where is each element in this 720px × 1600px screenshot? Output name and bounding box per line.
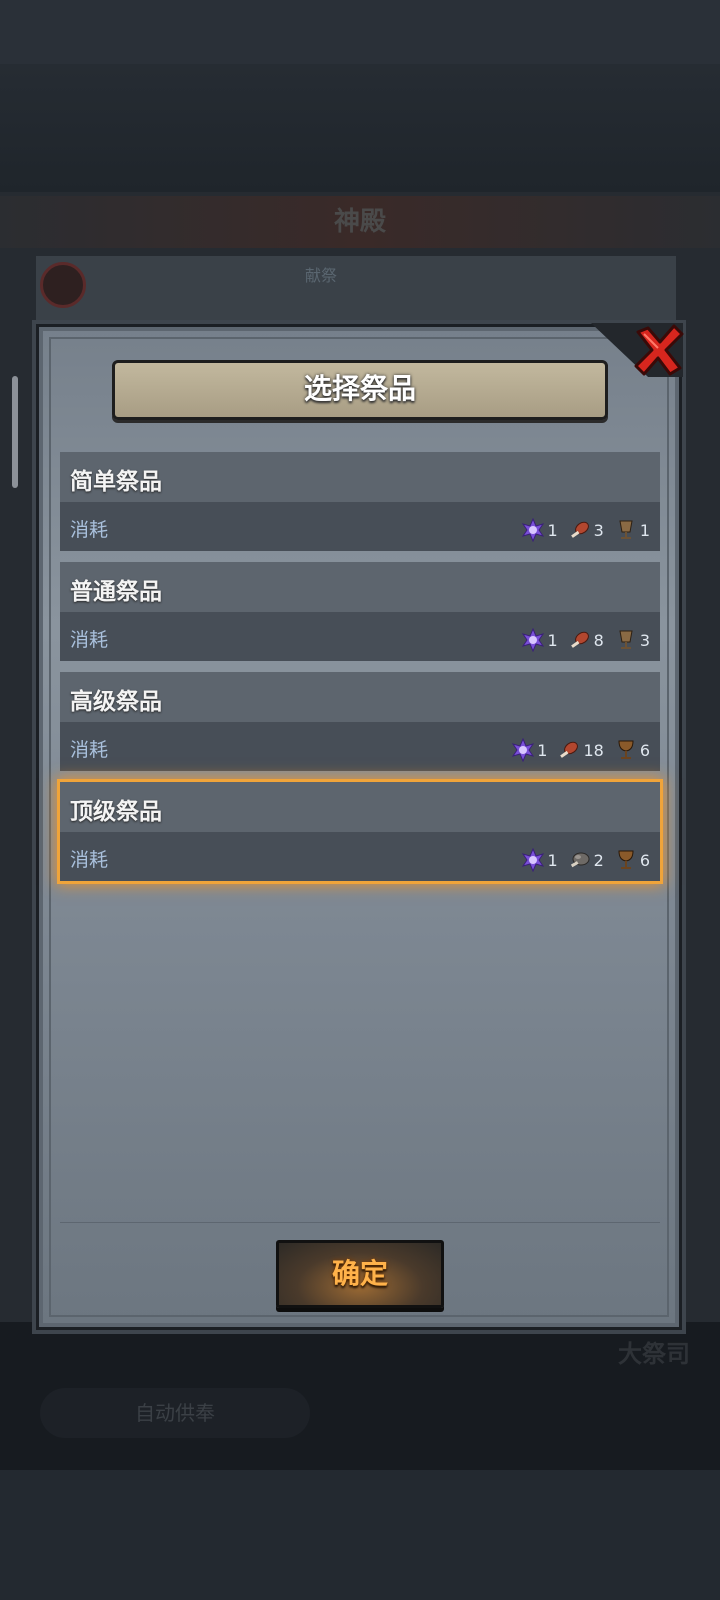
confirm-button[interactable]: 确定: [276, 1240, 444, 1308]
scrollbar[interactable]: [12, 376, 18, 488]
cost-label: 消耗: [70, 519, 109, 541]
offering-option-simple[interactable]: 简单祭品 消耗 1 3 1: [60, 452, 660, 551]
cost-qty: 6: [639, 850, 650, 870]
purple-crystal-icon: [522, 848, 545, 872]
cost-label: 消耗: [70, 629, 109, 651]
offering-name: 高级祭品: [70, 689, 162, 715]
cost-item: 1: [521, 628, 558, 652]
close-icon: [634, 324, 684, 376]
cost-qty: 1: [547, 520, 558, 540]
auto-offer-button: 自动供奉: [40, 1388, 310, 1438]
cost-label: 消耗: [70, 739, 109, 761]
status-area: [0, 0, 720, 64]
close-button[interactable]: [630, 322, 686, 378]
cost-qty: 3: [639, 630, 650, 650]
cost-label: 消耗: [70, 849, 109, 871]
offering-option-top[interactable]: 顶级祭品 消耗 1 2 6: [57, 779, 663, 884]
priest-label: 大祭司: [490, 1334, 690, 1374]
offering-option-advanced[interactable]: 高级祭品 消耗 1 18 6: [60, 672, 660, 771]
purple-crystal-icon: [522, 628, 545, 652]
cost-qty: 1: [537, 740, 548, 760]
offering-name: 简单祭品: [70, 469, 162, 495]
cost-item: 3: [614, 628, 650, 652]
cost-qty: 3: [593, 520, 604, 540]
cost-item: 6: [614, 738, 650, 762]
bronze-goblet-icon: [618, 740, 634, 759]
cost-list: 1 8 3: [521, 628, 650, 652]
cost-list: 1 18 6: [511, 738, 650, 762]
cost-qty: 18: [583, 740, 604, 760]
wooden-cup-icon: [619, 630, 633, 649]
cost-qty: 1: [547, 850, 558, 870]
top-backdrop: [0, 64, 720, 192]
cost-qty: 6: [639, 740, 650, 760]
meat-leg-icon: [570, 521, 589, 538]
cost-item: 8: [568, 628, 604, 652]
cost-qty: 2: [593, 850, 604, 870]
dialog-title-plate: 选择祭品: [112, 360, 608, 420]
cost-item: 2: [568, 848, 604, 872]
bronze-goblet-icon: [618, 850, 634, 869]
cost-qty: 8: [593, 630, 604, 650]
stone-meat-icon: [570, 852, 590, 868]
background-card: [36, 256, 676, 327]
cost-item: 6: [614, 848, 650, 872]
offering-name: 顶级祭品: [70, 799, 162, 825]
cost-item: 1: [511, 738, 547, 762]
dialog-title: 选择祭品: [303, 372, 416, 405]
cost-item: 1: [521, 848, 558, 872]
auto-offer-label: 自动供奉: [135, 1401, 215, 1425]
cost-qty: 1: [639, 520, 650, 540]
offering-name: 普通祭品: [70, 579, 162, 605]
background-card-icon: [40, 262, 86, 308]
cost-item: 1: [521, 518, 558, 542]
cost-item: 3: [568, 518, 604, 542]
cost-list: 1 3 1: [521, 518, 650, 542]
meat-leg-icon: [570, 631, 589, 648]
purple-crystal-icon: [512, 738, 535, 762]
cost-item: 18: [557, 738, 604, 762]
cost-qty: 1: [547, 630, 558, 650]
cost-item: 1: [614, 518, 650, 542]
purple-crystal-icon: [522, 518, 545, 542]
meat-leg-icon: [560, 741, 579, 758]
dialog-divider: [60, 1222, 660, 1223]
priest-label-text: 大祭司: [618, 1340, 690, 1368]
footer-backdrop: [0, 1470, 720, 1600]
wooden-cup-icon: [619, 520, 633, 539]
screen-title-bar: 神殿: [0, 196, 720, 248]
screen-title: 神殿: [333, 207, 386, 237]
cost-list: 1 2 6: [521, 848, 650, 872]
offering-option-normal[interactable]: 普通祭品 消耗 1 8 3: [60, 562, 660, 661]
background-card-label: 献祭: [305, 266, 338, 285]
confirm-label: 确定: [331, 1257, 388, 1290]
